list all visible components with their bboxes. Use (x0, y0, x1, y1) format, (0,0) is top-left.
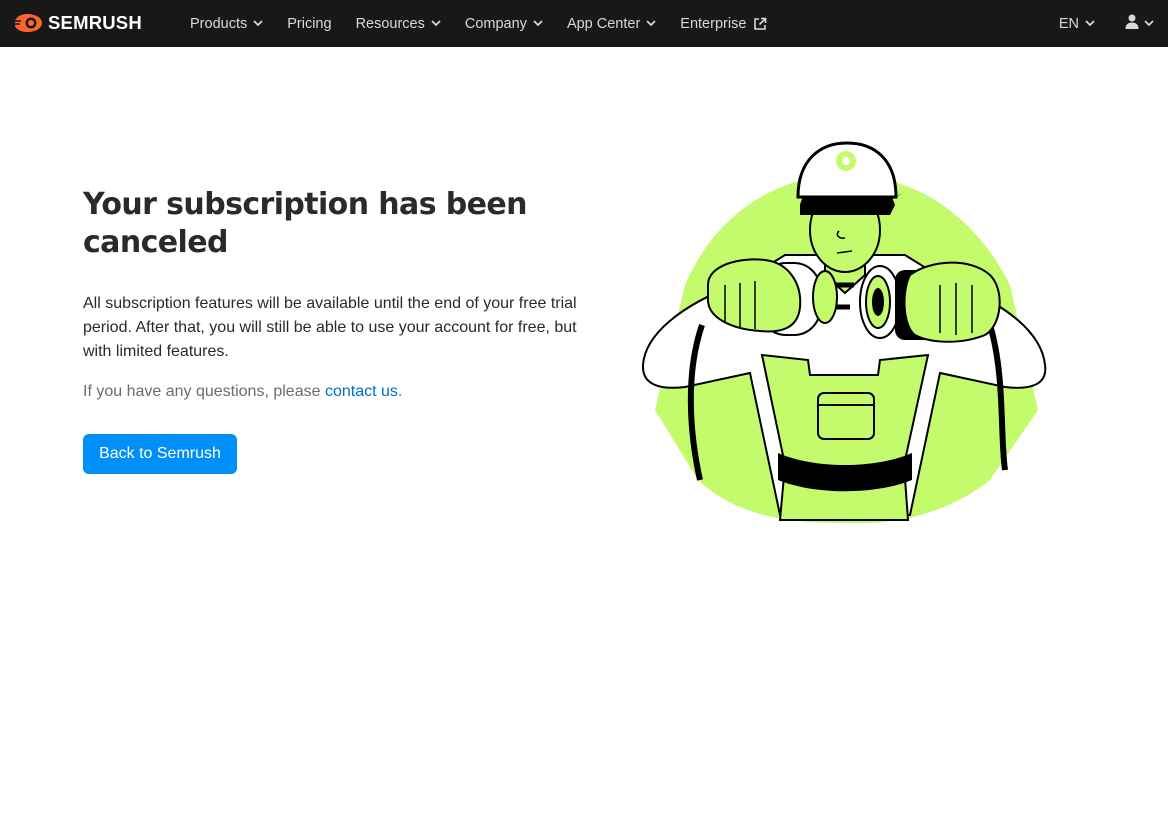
nav-enterprise[interactable]: Enterprise (680, 0, 767, 47)
disconnected-plug-illustration (640, 135, 1050, 525)
contact-prompt-text: If you have any questions, please (83, 383, 321, 400)
semrush-logo[interactable]: SEMRUSH (12, 12, 142, 34)
chevron-down-icon (431, 20, 441, 27)
top-navigation-bar: SEMRUSH Products Pricing Resources Compa… (0, 0, 1168, 47)
contact-prompt-suffix: . (397, 383, 403, 400)
chevron-down-icon (1085, 20, 1095, 27)
external-link-icon (753, 17, 767, 31)
nav-company-label: Company (464, 15, 527, 32)
user-menu[interactable] (1125, 14, 1154, 34)
back-to-semrush-button[interactable]: Back to Semrush (83, 434, 237, 474)
chevron-down-icon (646, 20, 656, 27)
nav-app-center-label: App Center (566, 15, 641, 32)
subscription-description: All subscription features will be availa… (83, 295, 577, 360)
page-title: Your subscription has been canceled (83, 187, 528, 260)
nav-app-center[interactable]: App Center (567, 0, 656, 47)
nav-products-label: Products (190, 15, 248, 32)
logo-wordmark: SEMRUSH (48, 12, 142, 33)
nav-resources[interactable]: Resources (356, 0, 441, 47)
nav-products[interactable]: Products (190, 0, 263, 47)
cancellation-message: Your subscription has been canceled All … (83, 186, 593, 404)
semrush-flame-icon (12, 14, 42, 32)
nav-company[interactable]: Company (465, 0, 543, 47)
chevron-down-icon (533, 20, 543, 27)
nav-enterprise-label: Enterprise (680, 15, 747, 32)
contact-us-link[interactable]: contact us (325, 383, 398, 400)
language-selector[interactable]: EN (1059, 16, 1095, 32)
nav-resources-label: Resources (355, 15, 425, 32)
contact-prompt: If you have any questions, please contac… (83, 380, 593, 404)
main-nav: Products Pricing Resources Company App C… (190, 0, 791, 47)
chevron-down-icon (1144, 20, 1154, 27)
user-icon (1125, 14, 1139, 34)
nav-pricing-label: Pricing (287, 15, 332, 32)
nav-pricing[interactable]: Pricing (287, 0, 331, 47)
chevron-down-icon (253, 20, 263, 27)
language-label: EN (1058, 15, 1079, 32)
header-right: EN (1059, 0, 1168, 47)
